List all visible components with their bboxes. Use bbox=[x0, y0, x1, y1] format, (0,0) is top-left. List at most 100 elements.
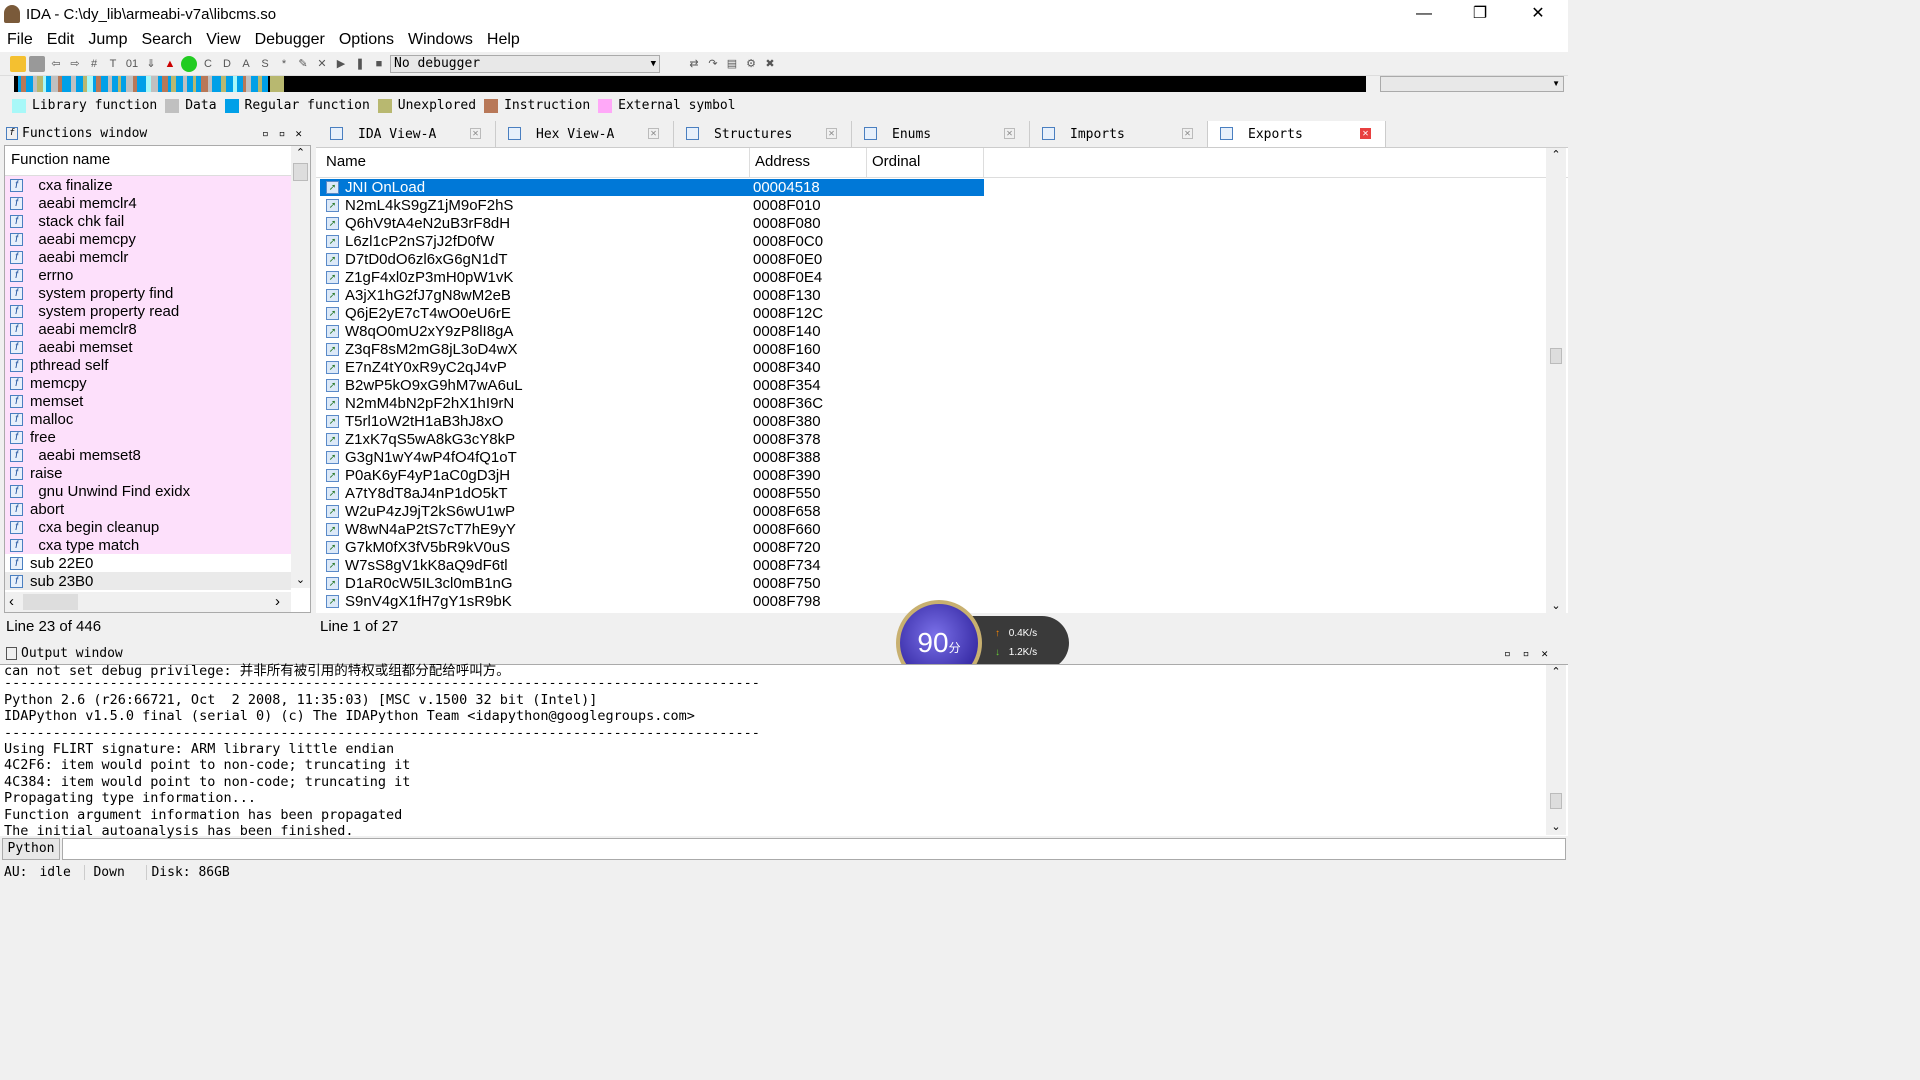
run-icon[interactable]: ↷ bbox=[705, 56, 721, 72]
function-row[interactable]: f malloc bbox=[5, 410, 291, 428]
close-button[interactable]: ✕ bbox=[1510, 0, 1566, 28]
export-row[interactable]: ➚ D7tD0dO6zl6xG6gN1dT 0008F0E0 bbox=[320, 250, 1568, 268]
export-row[interactable]: ➚ T5rl1oW2tH1aB3hJ8xO 0008F380 bbox=[320, 412, 1568, 430]
export-row[interactable]: ➚ G7kM0fX3fV5bR9kV0uS 0008F720 bbox=[320, 538, 1568, 556]
menu-edit[interactable]: Edit bbox=[40, 31, 82, 49]
jump-icon[interactable]: ⇓ bbox=[143, 56, 159, 72]
panel-controls[interactable]: ▫▫✕ bbox=[262, 127, 312, 140]
save-icon[interactable] bbox=[29, 55, 45, 72]
debugger-select[interactable]: No debugger ▼ bbox=[390, 54, 660, 73]
edit-icon[interactable]: ✎ bbox=[295, 56, 311, 72]
function-row[interactable]: f cxa type match bbox=[5, 536, 291, 554]
export-row[interactable]: ➚ P0aK6yF4yP1aC0gD3jH 0008F390 bbox=[320, 466, 1568, 484]
pause-icon[interactable]: ❚ bbox=[352, 56, 368, 72]
function-row[interactable]: f gnu Unwind Find exidx bbox=[5, 482, 291, 500]
menu-help[interactable]: Help bbox=[480, 31, 527, 49]
tab-ida-view-a[interactable]: IDA View-A ✕ bbox=[318, 121, 496, 147]
export-row[interactable]: ➚ Q6hV9tA4eN2uB3rF8dH 0008F080 bbox=[320, 214, 1568, 232]
menu-view[interactable]: View bbox=[199, 31, 247, 49]
menu-file[interactable]: File bbox=[0, 31, 40, 49]
attach-icon[interactable]: ⇄ bbox=[686, 56, 702, 72]
function-row[interactable]: f sub 23B0 bbox=[5, 572, 291, 590]
array-icon[interactable]: * bbox=[276, 56, 292, 72]
forward-icon[interactable]: ⇨ bbox=[67, 56, 83, 72]
export-row[interactable]: ➚ W8qO0mU2xY9zP8lI8gA 0008F140 bbox=[320, 322, 1568, 340]
make-ascii-icon[interactable]: A bbox=[238, 56, 254, 72]
close-tab-icon[interactable]: ✕ bbox=[826, 128, 837, 139]
export-row[interactable]: ➚ N2mM4bN2pF2hX1hI9rN 0008F36C bbox=[320, 394, 1568, 412]
export-row[interactable]: ➚ L6zl1cP2nS7jJ2fD0fW 0008F0C0 bbox=[320, 232, 1568, 250]
menu-windows[interactable]: Windows bbox=[401, 31, 480, 49]
export-row[interactable]: ➚ Z1xK7qS5wA8kG3cY8kP 0008F378 bbox=[320, 430, 1568, 448]
function-row[interactable]: f raise bbox=[5, 464, 291, 482]
export-row[interactable]: ➚ W7sS8gV1kK8aQ9dF6tl 0008F734 bbox=[320, 556, 1568, 574]
export-row[interactable]: ➚ Z1gF4xl0zP3mH0pW1vK 0008F0E4 bbox=[320, 268, 1568, 286]
python-language-button[interactable]: Python bbox=[2, 838, 60, 860]
function-row[interactable]: f aeabi memclr8 bbox=[5, 320, 291, 338]
function-row[interactable]: f errno bbox=[5, 266, 291, 284]
close-tab-icon[interactable]: ✕ bbox=[1004, 128, 1015, 139]
export-row[interactable]: ➚ A3jX1hG2fJ7gN8wM2eB 0008F130 bbox=[320, 286, 1568, 304]
column-header-function-name[interactable]: Function name bbox=[5, 146, 291, 176]
menu-debugger[interactable]: Debugger bbox=[248, 31, 332, 49]
export-row[interactable]: ➚ JNI OnLoad 00004518 bbox=[320, 178, 1568, 196]
export-row[interactable]: ➚ W8wN4aP2tS7cT7hE9yY 0008F660 bbox=[320, 520, 1568, 538]
tab-enums[interactable]: Enums ✕ bbox=[852, 121, 1030, 147]
output-vertical-scrollbar[interactable]: ⌃ ⌄ bbox=[1546, 665, 1566, 835]
export-row[interactable]: ➚ W2uP4zJ9jT2kS6wU1wP 0008F658 bbox=[320, 502, 1568, 520]
close-tab-icon[interactable]: ✕ bbox=[648, 128, 659, 139]
tab-exports[interactable]: Exports ✕ bbox=[1208, 121, 1386, 147]
undefine-icon[interactable]: ✕ bbox=[314, 56, 330, 72]
column-header-ordinal[interactable]: Ordinal bbox=[867, 148, 984, 177]
export-row[interactable]: ➚ E7nZ4tY0xR9yC2qJ4vP 0008F340 bbox=[320, 358, 1568, 376]
tab-structures[interactable]: Structures ✕ bbox=[674, 121, 852, 147]
function-row[interactable]: f aeabi memcpy bbox=[5, 230, 291, 248]
panel-controls[interactable]: ▫▫✕ bbox=[1504, 647, 1560, 660]
text-icon[interactable]: T bbox=[105, 56, 121, 72]
menu-options[interactable]: Options bbox=[332, 31, 401, 49]
restore-button[interactable]: ❐ bbox=[1452, 0, 1508, 28]
function-row[interactable]: f system property find bbox=[5, 284, 291, 302]
close-tab-icon[interactable]: ✕ bbox=[470, 128, 481, 139]
menu-search[interactable]: Search bbox=[134, 31, 199, 49]
menu-jump[interactable]: Jump bbox=[81, 31, 134, 49]
nav-band-zoom-select[interactable]: ▼ bbox=[1380, 76, 1564, 92]
functions-horizontal-scrollbar[interactable]: ‹ › bbox=[5, 592, 291, 612]
column-header-address[interactable]: Address bbox=[750, 148, 867, 177]
exports-table[interactable]: Name Address Ordinal ➚ JNI OnLoad 00004518… bbox=[316, 147, 1568, 614]
exports-vertical-scrollbar[interactable]: ⌃ ⌄ bbox=[1546, 148, 1566, 614]
function-row[interactable]: f stack chk fail bbox=[5, 212, 291, 230]
function-row[interactable]: f aeabi memclr4 bbox=[5, 194, 291, 212]
make-data-icon[interactable]: D bbox=[219, 56, 235, 72]
command-input[interactable] bbox=[62, 838, 1566, 860]
function-row[interactable]: f abort bbox=[5, 500, 291, 518]
minimize-button[interactable]: — bbox=[1396, 0, 1452, 28]
make-struct-icon[interactable]: S bbox=[257, 56, 273, 72]
plugin-icon[interactable]: ⚙ bbox=[743, 56, 759, 72]
function-row[interactable]: f pthread self bbox=[5, 356, 291, 374]
function-row[interactable]: f aeabi memclr bbox=[5, 248, 291, 266]
export-row[interactable]: ➚ B2wP5kO9xG9hM7wA6uL 0008F354 bbox=[320, 376, 1568, 394]
export-row[interactable]: ➚ Z3qF8sM2mG8jL3oD4wX 0008F160 bbox=[320, 340, 1568, 358]
binary-icon[interactable]: 01 bbox=[124, 56, 140, 72]
export-row[interactable]: ➚ A7tY8dT8aJ4nP1dO5kT 0008F550 bbox=[320, 484, 1568, 502]
function-row[interactable]: f cxa finalize bbox=[5, 176, 291, 194]
tab-hex-view-a[interactable]: Hex View-A ✕ bbox=[496, 121, 674, 147]
function-row[interactable]: f aeabi memset8 bbox=[5, 446, 291, 464]
navigation-band[interactable] bbox=[14, 76, 1366, 92]
stop-icon[interactable]: ■ bbox=[371, 56, 387, 72]
close-tab-icon[interactable]: ✕ bbox=[1360, 128, 1371, 139]
tools-icon[interactable]: ✖ bbox=[762, 56, 778, 72]
function-row[interactable]: f system property read bbox=[5, 302, 291, 320]
function-row[interactable]: f cxa begin cleanup bbox=[5, 518, 291, 536]
function-row[interactable]: f memset bbox=[5, 392, 291, 410]
play-icon[interactable]: ▶ bbox=[333, 56, 349, 72]
column-header-name[interactable]: Name bbox=[316, 148, 750, 177]
tab-imports[interactable]: Imports ✕ bbox=[1030, 121, 1208, 147]
function-row[interactable]: f sub 22E0 bbox=[5, 554, 291, 572]
output-console[interactable]: can not set debug privilege: 并非所有被引用的特权或… bbox=[0, 663, 1568, 839]
function-row[interactable]: f aeabi memset bbox=[5, 338, 291, 356]
function-row[interactable]: f memcpy bbox=[5, 374, 291, 392]
graph-icon[interactable]: ▤ bbox=[724, 56, 740, 72]
code-icon[interactable]: # bbox=[86, 56, 102, 72]
